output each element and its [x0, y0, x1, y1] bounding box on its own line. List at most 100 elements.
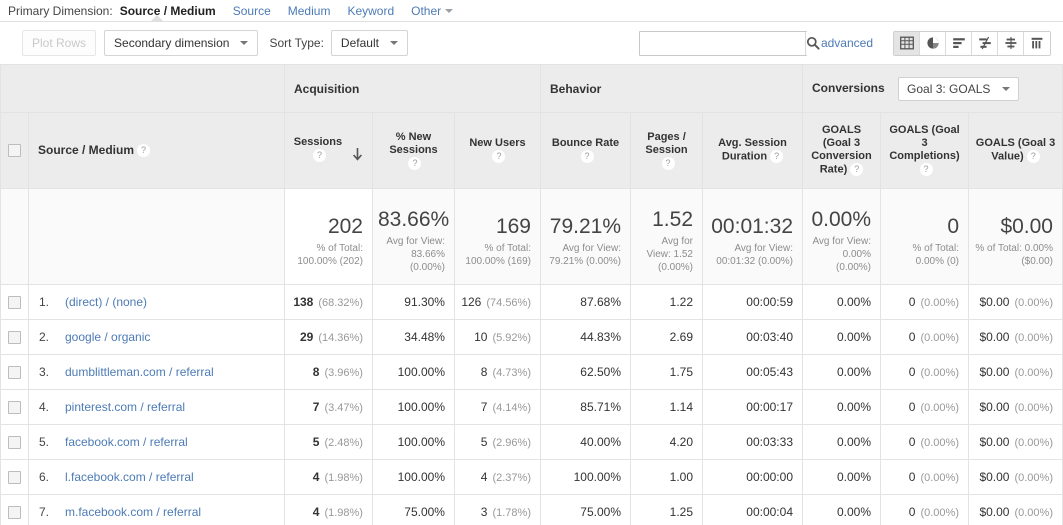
row-goal-completions: 0 (0.00%) [880, 284, 969, 320]
sort-descending-icon[interactable] [352, 147, 363, 165]
column-header-goal-value[interactable]: GOALS (Goal 3 Value)? [968, 112, 1063, 189]
help-icon[interactable]: ? [919, 163, 933, 177]
row-new-users-pct: (1.78%) [492, 507, 531, 519]
table-rows-body: 1. (direct) / (none) 138 (68.32%) 91.30% 126 (… [0, 284, 1063, 525]
row-source-link[interactable]: dumblittleman.com / referral [65, 365, 214, 379]
row-source-link[interactable]: facebook.com / referral [65, 435, 188, 449]
column-header-pages-session[interactable]: Pages / Session? [630, 112, 703, 189]
row-new-users-pct: (4.73%) [492, 367, 531, 379]
row-source-link[interactable]: m.facebook.com / referral [65, 505, 201, 519]
primary-dimension-tab-keyword[interactable]: Keyword [347, 4, 394, 18]
row-source-link[interactable]: google / organic [65, 330, 150, 344]
help-icon[interactable]: ? [492, 150, 506, 164]
row-checkbox[interactable] [8, 471, 21, 485]
row-checkbox[interactable] [8, 366, 21, 380]
pie-chart-view-button[interactable] [920, 31, 946, 55]
secondary-dimension-label: Secondary dimension [114, 36, 230, 50]
row-goal-completions-value: 0 [908, 505, 916, 519]
table-column-header-row: Source / Medium? Sessions ? % New Sessio… [0, 112, 1063, 189]
summary-bounce-rate-value: 79.21% [549, 214, 621, 238]
row-sessions: 138 (68.32%) [283, 284, 373, 320]
row-source-link[interactable]: pinterest.com / referral [65, 400, 185, 414]
row-goal-value-pct: (0.00%) [1014, 367, 1053, 379]
column-header-goal-conversion-rate[interactable]: GOALS (Goal 3 Conversion Rate)? [802, 112, 881, 189]
performance-view-button[interactable] [972, 31, 998, 55]
column-header-sessions[interactable]: Sessions ? [283, 112, 373, 189]
help-icon[interactable]: ? [1026, 150, 1040, 164]
row-index: 3. [39, 365, 50, 379]
row-goal-value-pct: (0.00%) [1014, 437, 1053, 449]
pivot-view-button[interactable] [1024, 31, 1050, 55]
row-new-users-value: 7 [480, 400, 488, 414]
row-avg-session-duration: 00:00:17 [702, 389, 803, 425]
column-header-source-medium[interactable]: Source / Medium? [28, 112, 285, 189]
row-index: 2. [39, 330, 50, 344]
bar-chart-view-button[interactable] [946, 31, 972, 55]
row-new-sessions-pct: 34.48% [371, 319, 455, 355]
row-source-link[interactable]: (direct) / (none) [65, 295, 147, 309]
table-view-button[interactable] [894, 31, 920, 55]
help-icon[interactable]: ? [850, 163, 864, 177]
search-input[interactable] [639, 31, 805, 55]
row-checkbox[interactable] [8, 401, 21, 415]
primary-dimension-tab-source[interactable]: Source [233, 4, 271, 18]
row-sessions-pct: (1.98%) [324, 472, 363, 484]
row-source-link[interactable]: l.facebook.com / referral [65, 470, 194, 484]
chevron-down-icon [389, 41, 398, 45]
row-goal-completions: 0 (0.00%) [880, 459, 969, 495]
summary-bounce-rate: 79.21% Avg for View: 79.21% (0.00%) [540, 188, 631, 285]
column-header-new-sessions-pct[interactable]: % New Sessions? [371, 112, 455, 189]
column-header-bounce-rate[interactable]: Bounce Rate? [540, 112, 631, 189]
table-summary-row: 202 % of Total: 100.00% (202) 83.66% Avg… [0, 188, 1063, 285]
plot-rows-button[interactable]: Plot Rows [22, 30, 97, 56]
column-header-bounce-rate-label: Bounce Rate [551, 137, 620, 150]
column-header-new-users[interactable]: New Users? [453, 112, 542, 189]
row-pages-session: 1.22 [630, 284, 703, 320]
help-icon[interactable]: ? [312, 149, 326, 163]
comparison-view-button[interactable] [998, 31, 1024, 55]
select-all-checkbox[interactable] [8, 143, 21, 157]
column-header-goal-completions[interactable]: GOALS (Goal 3 Completions)? [880, 112, 969, 189]
column-header-new-users-label: New Users [469, 137, 526, 150]
row-goal-value-pct: (0.00%) [1014, 507, 1053, 519]
primary-dimension-tab-source-medium[interactable]: Source / Medium [120, 4, 216, 18]
column-header-new-sessions-pct-label: % New Sessions [389, 130, 438, 156]
row-new-sessions-pct: 100.00% [371, 389, 455, 425]
row-new-users-pct: (2.96%) [492, 437, 531, 449]
search-button[interactable] [804, 31, 820, 55]
row-goal-completions-value: 0 [908, 470, 916, 484]
chevron-down-icon [240, 41, 249, 45]
row-checkbox[interactable] [8, 436, 21, 450]
row-new-users: 5 (2.96%) [453, 424, 542, 460]
help-icon[interactable]: ? [770, 150, 784, 164]
help-icon[interactable]: ? [408, 156, 422, 170]
column-header-avg-session-duration[interactable]: Avg. Session Duration? [702, 112, 803, 189]
row-pages-session: 1.00 [630, 459, 703, 495]
summary-dimension-cell [28, 188, 285, 285]
help-icon[interactable]: ? [137, 144, 151, 158]
row-sessions: 29 (14.36%) [283, 319, 373, 355]
sort-type-select[interactable]: Default [330, 30, 408, 56]
row-checkbox[interactable] [8, 506, 21, 520]
row-sessions: 5 (2.48%) [283, 424, 373, 460]
secondary-dimension-button[interactable]: Secondary dimension [104, 30, 259, 56]
help-icon[interactable]: ? [580, 150, 594, 164]
primary-dimension-tab-other[interactable]: Other [411, 4, 454, 18]
goal-selector-dropdown[interactable]: Goal 3: GOALS [898, 76, 1020, 101]
row-checkbox-cell [0, 494, 29, 525]
column-header-goal-completions-label: GOALS (Goal 3 Completions) [889, 124, 960, 163]
help-icon[interactable]: ? [661, 156, 675, 170]
primary-dimension-tab-medium[interactable]: Medium [288, 4, 331, 18]
row-avg-session-duration: 00:03:33 [702, 424, 803, 460]
row-sessions: 4 (1.98%) [283, 494, 373, 525]
row-bounce-rate: 100.00% [540, 459, 631, 495]
row-checkbox[interactable] [8, 296, 21, 310]
row-sessions: 4 (1.98%) [283, 459, 373, 495]
performance-view-icon [978, 36, 991, 50]
row-new-users-value: 126 [461, 295, 482, 309]
row-checkbox[interactable] [8, 331, 21, 345]
row-pages-session: 1.25 [630, 494, 703, 525]
advanced-filter-link[interactable]: advanced [821, 36, 873, 50]
row-goal-conversion-rate: 0.00% [802, 354, 881, 390]
sort-type-value: Default [340, 36, 379, 50]
